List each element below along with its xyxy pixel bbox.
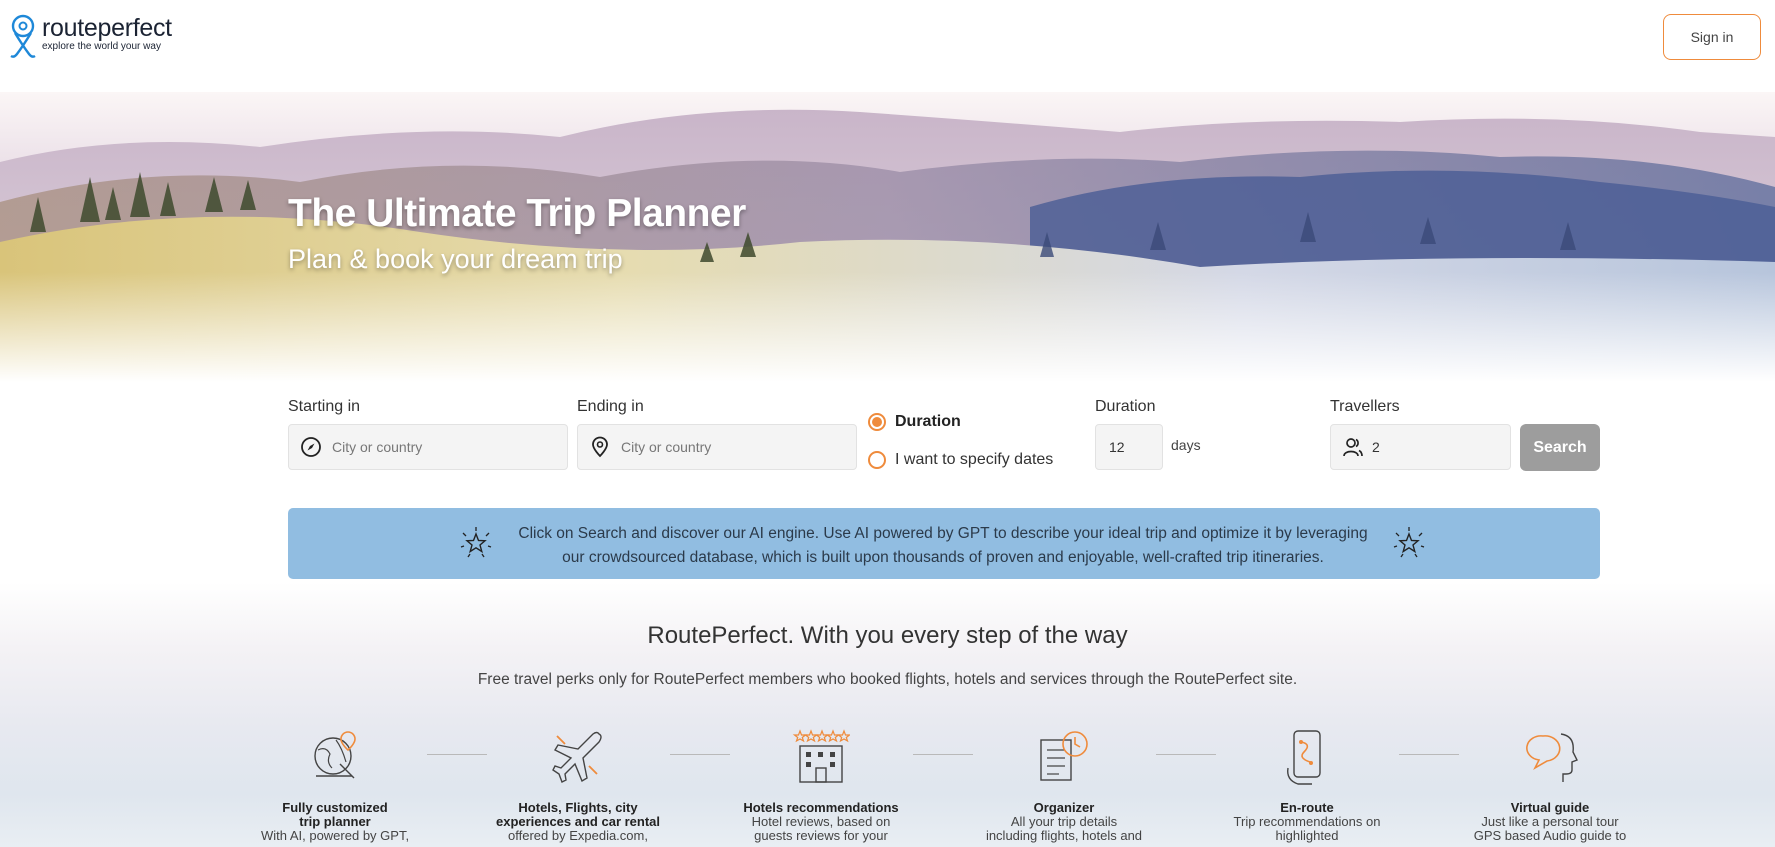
map-pin-icon: [592, 436, 608, 458]
mountain-landscape-image: [0, 109, 1775, 382]
duration-field[interactable]: [1095, 424, 1163, 470]
feature-hotel-recommendations: Hotels recommendations Hotel reviews, ba…: [726, 728, 916, 843]
connector-line: [913, 754, 973, 755]
starting-input[interactable]: [330, 438, 567, 456]
starting-label: Starting in: [288, 398, 361, 415]
feature-desc: Trip recommendations on highlighted: [1233, 814, 1381, 843]
ai-banner-text: Click on Search and discover our AI engi…: [508, 522, 1378, 570]
ai-banner-line-2: our crowdsourced database, which is buil…: [562, 549, 1324, 566]
radio-duration-label: Duration: [895, 413, 961, 430]
feature-organizer: Organizer All your trip details including…: [969, 728, 1159, 843]
hero-subtitle: Plan & book your dream trip: [288, 244, 623, 274]
site-header: routeperfect explore the world your way …: [0, 0, 1775, 92]
radio-duration[interactable]: Duration: [868, 413, 961, 431]
connector-line: [1399, 754, 1459, 755]
feature-title: Fully customized trip planner: [282, 800, 388, 829]
feature-en-route: En-route Trip recommendations on highligh…: [1212, 728, 1402, 843]
travellers-field[interactable]: 2: [1330, 424, 1511, 470]
feature-title: Virtual guide: [1510, 800, 1590, 815]
ai-info-banner: Click on Search and discover our AI engi…: [288, 508, 1600, 579]
feature-desc: offered by Expedia.com,: [508, 828, 648, 843]
duration-input[interactable]: [1096, 438, 1162, 456]
phone-route-icon: [1287, 730, 1321, 785]
feature-desc: Hotel reviews, based on guests reviews fo…: [751, 814, 891, 843]
feature-desc: All your trip details including flights, …: [985, 814, 1143, 843]
radio-dates-label: I want to specify dates: [895, 451, 1054, 468]
feature-title: Hotels, Flights, city experiences and car…: [495, 800, 661, 829]
connector-line: [427, 754, 487, 755]
ending-input[interactable]: [619, 438, 856, 456]
compass-icon: [301, 437, 321, 457]
people-icon: [1343, 438, 1363, 457]
location-pin-icon: [10, 14, 36, 58]
duration-label: Duration: [1095, 398, 1156, 415]
sparkle-star-icon: [460, 527, 492, 558]
feature-title: Organizer: [1033, 800, 1095, 815]
feature-hotels-flights: Hotels, Flights, city experiences and car…: [483, 728, 673, 843]
feature-desc: With AI, powered by GPT,: [260, 828, 410, 843]
search-button[interactable]: Search: [1520, 424, 1600, 471]
travellers-label: Travellers: [1330, 398, 1400, 415]
feature-trip-planner: Fully customized trip planner With AI, po…: [240, 728, 430, 843]
features-subtitle: Free travel perks only for RoutePerfect …: [477, 671, 1298, 688]
ending-field[interactable]: [577, 424, 857, 470]
radio-selected-icon: [868, 413, 886, 431]
radio-unselected-icon: [868, 451, 886, 469]
feature-title: Hotels recommendations: [743, 800, 899, 815]
organizer-icon: [1040, 731, 1088, 781]
travellers-value: 2: [1372, 439, 1380, 455]
feature-virtual-guide: Virtual guide Just like a personal tour G…: [1455, 728, 1645, 843]
logo-name: routeperfect: [42, 14, 172, 42]
feature-desc: Just like a personal tour GPS based Audio…: [1473, 814, 1627, 843]
ai-banner-line-1: Click on Search and discover our AI engi…: [518, 525, 1368, 542]
logo[interactable]: routeperfect explore the world your way: [8, 14, 172, 60]
logo-tagline: explore the world your way: [42, 41, 161, 52]
sparkle-star-icon: [1393, 527, 1425, 558]
connector-line: [1156, 754, 1216, 755]
airplane-icon: [552, 731, 602, 783]
hotel-stars-icon: [792, 729, 852, 783]
features-title: RoutePerfect. With you every step of the…: [647, 622, 1128, 649]
globe-pin-icon: [314, 731, 356, 779]
audio-guide-icon: [1526, 733, 1578, 782]
feature-title: En-route: [1280, 800, 1334, 815]
ending-label: Ending in: [577, 398, 644, 415]
radio-specify-dates[interactable]: I want to specify dates: [868, 451, 1053, 469]
connector-line: [670, 754, 730, 755]
starting-field[interactable]: [288, 424, 568, 470]
hero-title: The Ultimate Trip Planner: [288, 192, 746, 235]
duration-unit: days: [1171, 437, 1201, 453]
sign-in-button[interactable]: Sign in: [1663, 14, 1761, 60]
hero-banner: The Ultimate Trip Planner Plan & book yo…: [0, 92, 1775, 382]
